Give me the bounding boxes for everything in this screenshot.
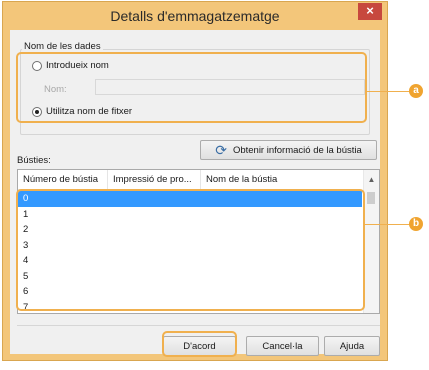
separator [17,325,380,326]
highlight-frame-b [16,189,365,311]
cancel-button[interactable]: Cancel·la [246,336,319,356]
title-bar[interactable]: Detalls d'emmagatzematge × [3,2,387,30]
column-header-print-profile[interactable]: Impressió de pro... [108,170,201,189]
vertical-scrollbar[interactable]: ▲ [363,170,379,313]
mailbox-list-header: Número de bústia Impressió de pro... Nom… [18,170,354,190]
scroll-up-icon[interactable]: ▲ [364,172,379,187]
column-header-mailbox-number[interactable]: Número de bústia [18,170,108,189]
mailboxes-label: Bústies: [17,155,51,166]
scrollbar-thumb[interactable] [367,192,375,204]
highlight-frame-ok [162,331,237,357]
callout-line-a [367,91,411,92]
callout-badge-a: a [409,84,423,98]
dialog-title: Detalls d'emmagatzematge [110,8,280,24]
get-mailbox-info-label: Obtenir informació de la bústia [232,144,362,156]
data-name-group-label: Nom de les dades [22,41,103,52]
callout-line-b [365,224,411,225]
highlight-frame-a [16,52,367,123]
refresh-icon: ⟳ [215,141,227,158]
get-mailbox-info-button[interactable]: ⟳ Obtenir informació de la bústia [200,140,377,160]
help-button[interactable]: Ajuda [324,336,380,356]
column-header-mailbox-name[interactable]: Nom de la bústia [201,170,354,189]
callout-badge-b: b [409,217,423,231]
close-button[interactable]: × [358,3,382,20]
